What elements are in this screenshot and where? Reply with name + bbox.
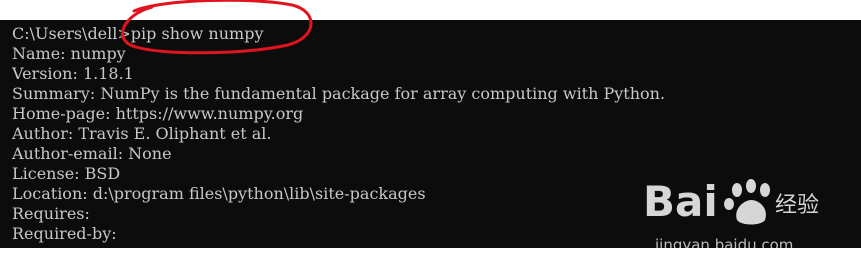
output-line: Location: d:\program files\python\lib\si… xyxy=(12,184,426,203)
output-line: Summary: NumPy is the fundamental packag… xyxy=(12,84,666,103)
console-output: C:\Users\dell>pip show numpy Name: numpy… xyxy=(12,24,861,244)
output-line: Name: numpy xyxy=(12,44,126,63)
output-line: Version: 1.18.1 xyxy=(12,64,134,83)
output-line: License: BSD xyxy=(12,164,121,183)
output-line: Author: Travis E. Oliphant et al. xyxy=(12,124,272,143)
output-line: Author-email: None xyxy=(12,144,172,163)
command-line: C:\Users\dell>pip show numpy xyxy=(12,24,861,44)
output-line: Required-by: xyxy=(12,224,117,243)
output-line: Requires: xyxy=(12,204,90,223)
output-line: Home-page: https://www.numpy.org xyxy=(12,104,304,123)
prompt: C:\Users\dell> xyxy=(12,24,131,43)
screenshot-frame: C:\Users\dell>pip show numpy Name: numpy… xyxy=(0,0,861,254)
command-text: pip show numpy xyxy=(130,24,264,43)
console-window[interactable]: C:\Users\dell>pip show numpy Name: numpy… xyxy=(0,20,861,248)
